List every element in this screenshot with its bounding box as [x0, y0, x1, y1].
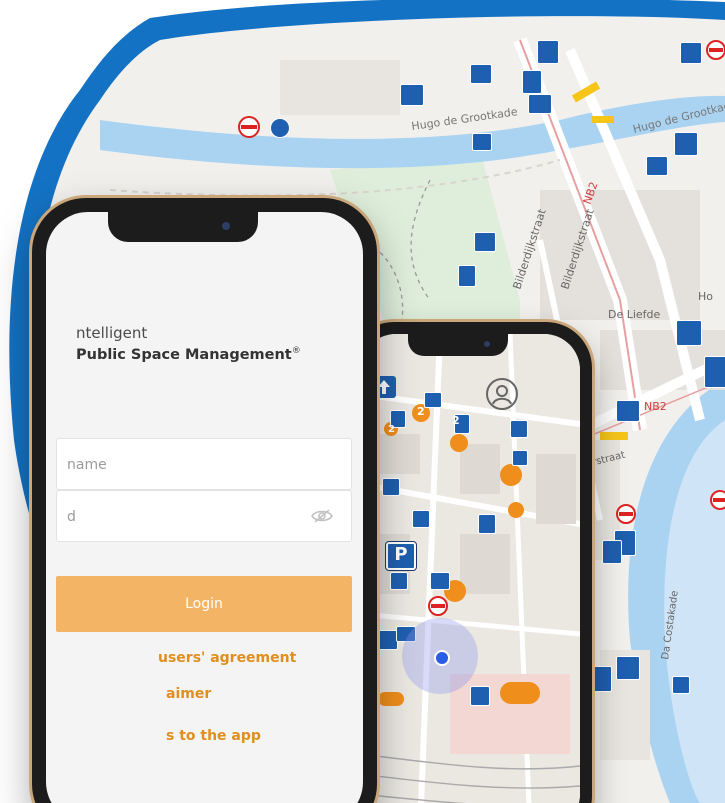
poi-label: Ho	[698, 290, 713, 303]
username-placeholder: name	[67, 457, 107, 473]
parking-sign-icon[interactable]	[616, 656, 640, 680]
parking-sign-icon[interactable]	[424, 392, 442, 408]
parking-sign-icon[interactable]	[704, 356, 725, 388]
arrow-sign-icon[interactable]	[672, 676, 690, 694]
cluster-marker[interactable]	[508, 502, 524, 518]
cluster-marker[interactable]	[450, 434, 468, 452]
parking-sign-icon[interactable]	[676, 320, 702, 346]
street-label-de-liefde: De Liefde	[608, 308, 661, 321]
password-field[interactable]: d	[56, 490, 352, 542]
disclaimer-link[interactable]: aimer	[166, 686, 211, 702]
cluster-count: 2	[417, 405, 425, 418]
bicycle-sign-icon[interactable]	[390, 572, 408, 590]
parking-sign-icon[interactable]	[537, 40, 559, 64]
app-access-link[interactable]: s to the app	[166, 728, 261, 744]
bicycle-sign-icon[interactable]	[478, 514, 496, 534]
bicycle-sign-icon[interactable]	[472, 133, 492, 151]
users-agreement-link[interactable]: users' agreement	[158, 650, 296, 666]
phone2-notch	[408, 334, 508, 356]
parking-sign-icon[interactable]	[674, 132, 698, 156]
username-field[interactable]: name	[56, 438, 352, 490]
no-entry-sign-icon[interactable]	[616, 504, 636, 524]
cluster-count: 2	[452, 414, 460, 427]
phone-map-device: P 2 2 2	[348, 322, 592, 803]
cluster-marker[interactable]	[378, 692, 404, 706]
parking-sign-icon[interactable]	[522, 70, 542, 94]
location-dot-icon	[434, 650, 450, 666]
arrow-sign-icon[interactable]	[510, 420, 528, 438]
parking-sign-icon[interactable]	[430, 572, 450, 590]
brand-line-2: Public Space Management®	[76, 346, 301, 363]
cluster-count: 2	[388, 424, 395, 435]
parking-sign-icon[interactable]	[592, 666, 612, 692]
arrow-sign-icon[interactable]	[646, 156, 668, 176]
arrow-sign-icon[interactable]	[512, 450, 528, 466]
parking-sign-icon[interactable]: P	[386, 542, 416, 570]
brand-line-1: ntelligent	[76, 324, 148, 342]
bicycle-sign-icon[interactable]	[382, 478, 400, 496]
bicycle-sign-icon[interactable]	[528, 94, 552, 114]
cluster-marker[interactable]	[500, 682, 540, 704]
street-label-nb2-2: NB2	[644, 400, 667, 413]
eye-icon[interactable]	[311, 508, 333, 524]
map-screen[interactable]: P 2 2 2	[360, 334, 580, 803]
bicycle-sign-icon[interactable]	[458, 265, 476, 287]
bicycle-sign-icon[interactable]	[378, 630, 398, 650]
cluster-marker[interactable]	[500, 464, 522, 486]
phone-login-device: ntelligent Public Space Management® name…	[32, 198, 377, 803]
bicycle-sign-icon[interactable]	[616, 400, 640, 422]
login-screen: ntelligent Public Space Management® name…	[46, 212, 363, 803]
no-entry-sign-icon[interactable]	[710, 490, 725, 510]
arrow-sign-icon[interactable]	[680, 42, 702, 64]
parking-sign-icon[interactable]	[400, 84, 424, 106]
profile-icon[interactable]	[486, 378, 518, 410]
promo-banner: Hugo de Grootkade Hugo de Grootkade Bild…	[0, 0, 725, 803]
no-entry-sign-icon[interactable]	[706, 40, 725, 60]
bicycle-sign-icon[interactable]	[412, 510, 430, 528]
phone1-notch	[108, 212, 258, 242]
parking-sign-icon[interactable]	[270, 118, 290, 138]
parking-sign-icon[interactable]	[474, 232, 496, 252]
no-entry-sign-icon[interactable]	[428, 596, 448, 616]
arrow-sign-icon[interactable]	[470, 64, 492, 84]
app-logo-text: ntelligent Public Space Management®	[76, 324, 301, 363]
parking-sign-icon[interactable]	[602, 540, 622, 564]
password-placeholder: d	[67, 509, 76, 525]
no-entry-sign-icon[interactable]	[238, 116, 260, 138]
login-button[interactable]: Login	[56, 576, 352, 632]
pedestrian-sign-icon[interactable]	[470, 686, 490, 706]
